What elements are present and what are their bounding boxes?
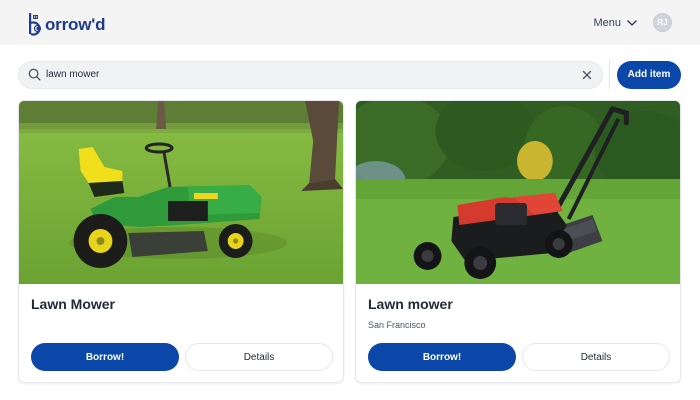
robot-b-icon xyxy=(28,11,44,36)
item-title[interactable]: Lawn Mower xyxy=(31,296,115,312)
borrow-button[interactable]: Borrow! xyxy=(368,343,516,371)
search-box[interactable] xyxy=(18,60,603,89)
item-title[interactable]: Lawn mower xyxy=(368,296,453,312)
top-nav: orrow'd Menu RJ xyxy=(0,0,700,45)
details-button[interactable]: Details xyxy=(185,343,333,371)
item-image-riding-mower[interactable] xyxy=(19,101,343,284)
item-actions: Borrow! Details xyxy=(368,343,670,371)
details-button[interactable]: Details xyxy=(522,343,670,371)
app-logo[interactable]: orrow'd xyxy=(28,8,105,38)
close-icon[interactable] xyxy=(582,70,592,80)
search-divider xyxy=(609,60,610,89)
app-logo-text: orrow'd xyxy=(45,15,106,34)
search-icon xyxy=(28,68,41,81)
item-card: Lawn Mower Borrow! Details xyxy=(18,100,344,383)
search-input[interactable] xyxy=(46,69,582,80)
menu-label: Menu xyxy=(593,16,621,29)
item-location: San Francisco xyxy=(368,320,426,330)
borrow-button[interactable]: Borrow! xyxy=(31,343,179,371)
avatar[interactable]: RJ xyxy=(653,13,672,32)
search-bar: Add item xyxy=(18,60,682,89)
add-item-button[interactable]: Add item xyxy=(617,60,681,89)
chevron-down-icon xyxy=(627,19,637,26)
menu-button[interactable]: Menu xyxy=(593,17,637,29)
item-image-push-mower[interactable] xyxy=(356,101,680,284)
item-actions: Borrow! Details xyxy=(31,343,333,371)
main-content: Add item xyxy=(0,45,700,400)
item-card: Lawn mower San Francisco Borrow! Details xyxy=(355,100,681,383)
